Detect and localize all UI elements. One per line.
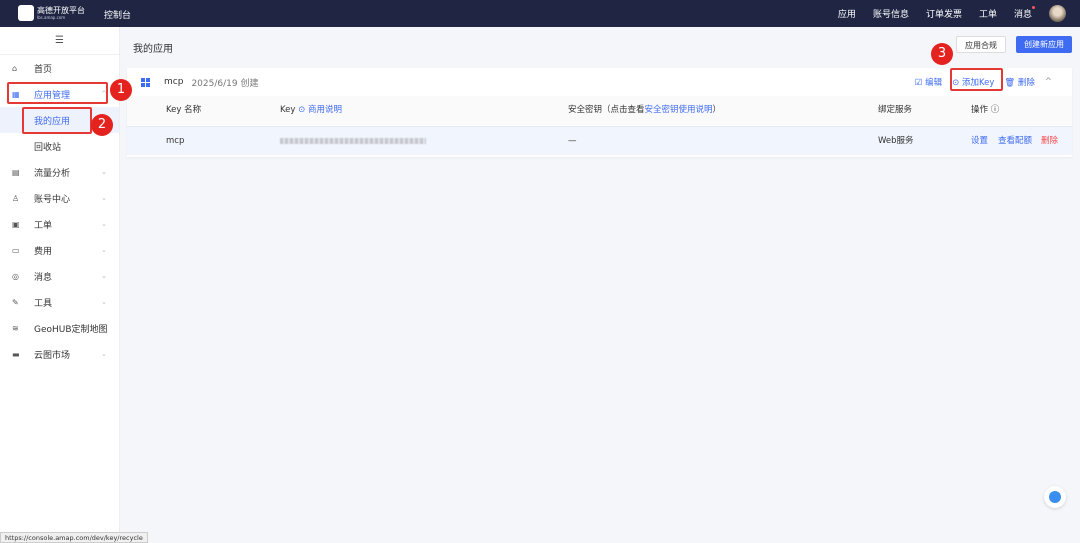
chevron-down-icon: ⌄ (101, 194, 107, 202)
collapse-icon[interactable]: ^ (1045, 77, 1052, 87)
annotation-box-2 (22, 107, 92, 134)
app-card: mcp 2025/6/19 创建 ☑ 编辑 ⊙ 添加Key 🗑 删除 ^ Key… (127, 68, 1072, 157)
sidebar-item-home[interactable]: ⌂ 首页 (0, 55, 119, 81)
ticket-icon: ▣ (12, 219, 20, 229)
menu-toggle-icon[interactable]: ☰ (0, 27, 119, 55)
logo-icon (18, 5, 34, 21)
sidebar-item-tickets[interactable]: ▣ 工单 ⌄ (0, 211, 119, 237)
chevron-down-icon: ⌄ (101, 298, 107, 306)
page-title: 我的应用 (133, 44, 173, 55)
sidebar-item-messages[interactable]: ◎ 消息 ⌄ (0, 263, 119, 289)
chart-icon: ▤ (12, 167, 20, 177)
chevron-down-icon: ⌄ (101, 220, 107, 228)
sidebar-item-tools[interactable]: ✎ 工具 ⌄ (0, 289, 119, 315)
create-app-button[interactable]: 创建新应用 (1016, 36, 1072, 53)
app-name: mcp (164, 77, 184, 87)
annotation-number-3: 3 (931, 43, 953, 65)
app-created: 2025/6/19 创建 (191, 78, 259, 89)
delete-app-button[interactable]: 🗑 删除 (1004, 76, 1035, 88)
top-bar: 高德开放平台 lbs.amap.com 控制台 应用 账号信息 订单发票 工单 消… (0, 0, 1080, 27)
annotation-number-2: 2 (91, 114, 113, 136)
app-grid-icon (141, 77, 150, 87)
sidebar-item-recycle[interactable]: 回收站 (0, 133, 119, 159)
app-compliance-button[interactable]: 应用合规 (956, 36, 1006, 53)
logo[interactable]: 高德开放平台 lbs.amap.com (18, 5, 85, 21)
home-icon: ⌂ (12, 63, 18, 73)
message-icon: ◎ (12, 271, 19, 281)
billing-icon: ▭ (12, 245, 20, 255)
annotation-box-3 (950, 68, 1003, 91)
tool-icon: ✎ (12, 297, 19, 307)
edit-button[interactable]: ☑ 编辑 (915, 76, 942, 88)
layers-icon: ≋ (12, 323, 19, 333)
user-icon: ♙ (12, 193, 20, 203)
sidebar-item-billing[interactable]: ▭ 费用 ⌄ (0, 237, 119, 263)
sidebar: ☰ ⌂ 首页 ▦ 应用管理 ^ 我的应用 回收站 ▤ 流量分析 ⌄ ♙ 账号中心 ⌄ ▣ 工单 ⌄… (0, 27, 120, 543)
sidebar-item-account[interactable]: ♙ 账号中心 ⌄ (0, 185, 119, 211)
sidebar-item-traffic[interactable]: ▤ 流量分析 ⌄ (0, 159, 119, 185)
console-link[interactable]: 控制台 (104, 8, 131, 21)
status-bar-url: https://console.amap.com/dev/key/recycle (0, 532, 148, 543)
masked-key (280, 137, 426, 144)
nav-messages[interactable]: 消息 (1014, 6, 1036, 20)
delete-key-link[interactable]: 删除 (1041, 127, 1058, 156)
avatar[interactable] (1049, 5, 1066, 22)
nav-account[interactable]: 账号信息 (873, 7, 909, 20)
nav-apps[interactable]: 应用 (838, 7, 856, 20)
secret-usage-link[interactable]: 安全密钥使用说明 (645, 105, 713, 115)
chevron-down-icon: ⌄ (101, 272, 107, 280)
annotation-number-1: 1 (110, 79, 132, 101)
chevron-down-icon: ⌄ (101, 350, 107, 358)
main-content: 我的应用 应用合规 创建新应用 mcp 2025/6/19 创建 ☑ 编辑 ⊙ … (120, 27, 1080, 543)
sidebar-item-market[interactable]: ▬ 云图市场 ⌄ (0, 341, 119, 367)
settings-link[interactable]: 设置 (971, 127, 988, 156)
table-header: Key 名称 Key ⊙ 商用说明 安全密钥（点击查看安全密钥使用说明） 绑定服… (127, 96, 1072, 125)
sidebar-item-geohub[interactable]: ≋ GeoHUB定制地图 (0, 315, 119, 341)
annotation-box-1 (7, 82, 108, 104)
table-row: mcp — Web服务 设置 查看配额 删除 (127, 126, 1072, 155)
chevron-down-icon: ⌄ (101, 246, 107, 254)
chevron-down-icon: ⌄ (101, 168, 107, 176)
nav-orders[interactable]: 订单发票 (926, 7, 962, 20)
store-icon: ▬ (12, 349, 20, 359)
commercial-info-link[interactable]: ⊙ 商用说明 (298, 105, 342, 115)
customer-service-icon[interactable] (1044, 486, 1066, 508)
view-quota-link[interactable]: 查看配额 (998, 127, 1032, 156)
nav-tickets[interactable]: 工单 (979, 7, 997, 20)
